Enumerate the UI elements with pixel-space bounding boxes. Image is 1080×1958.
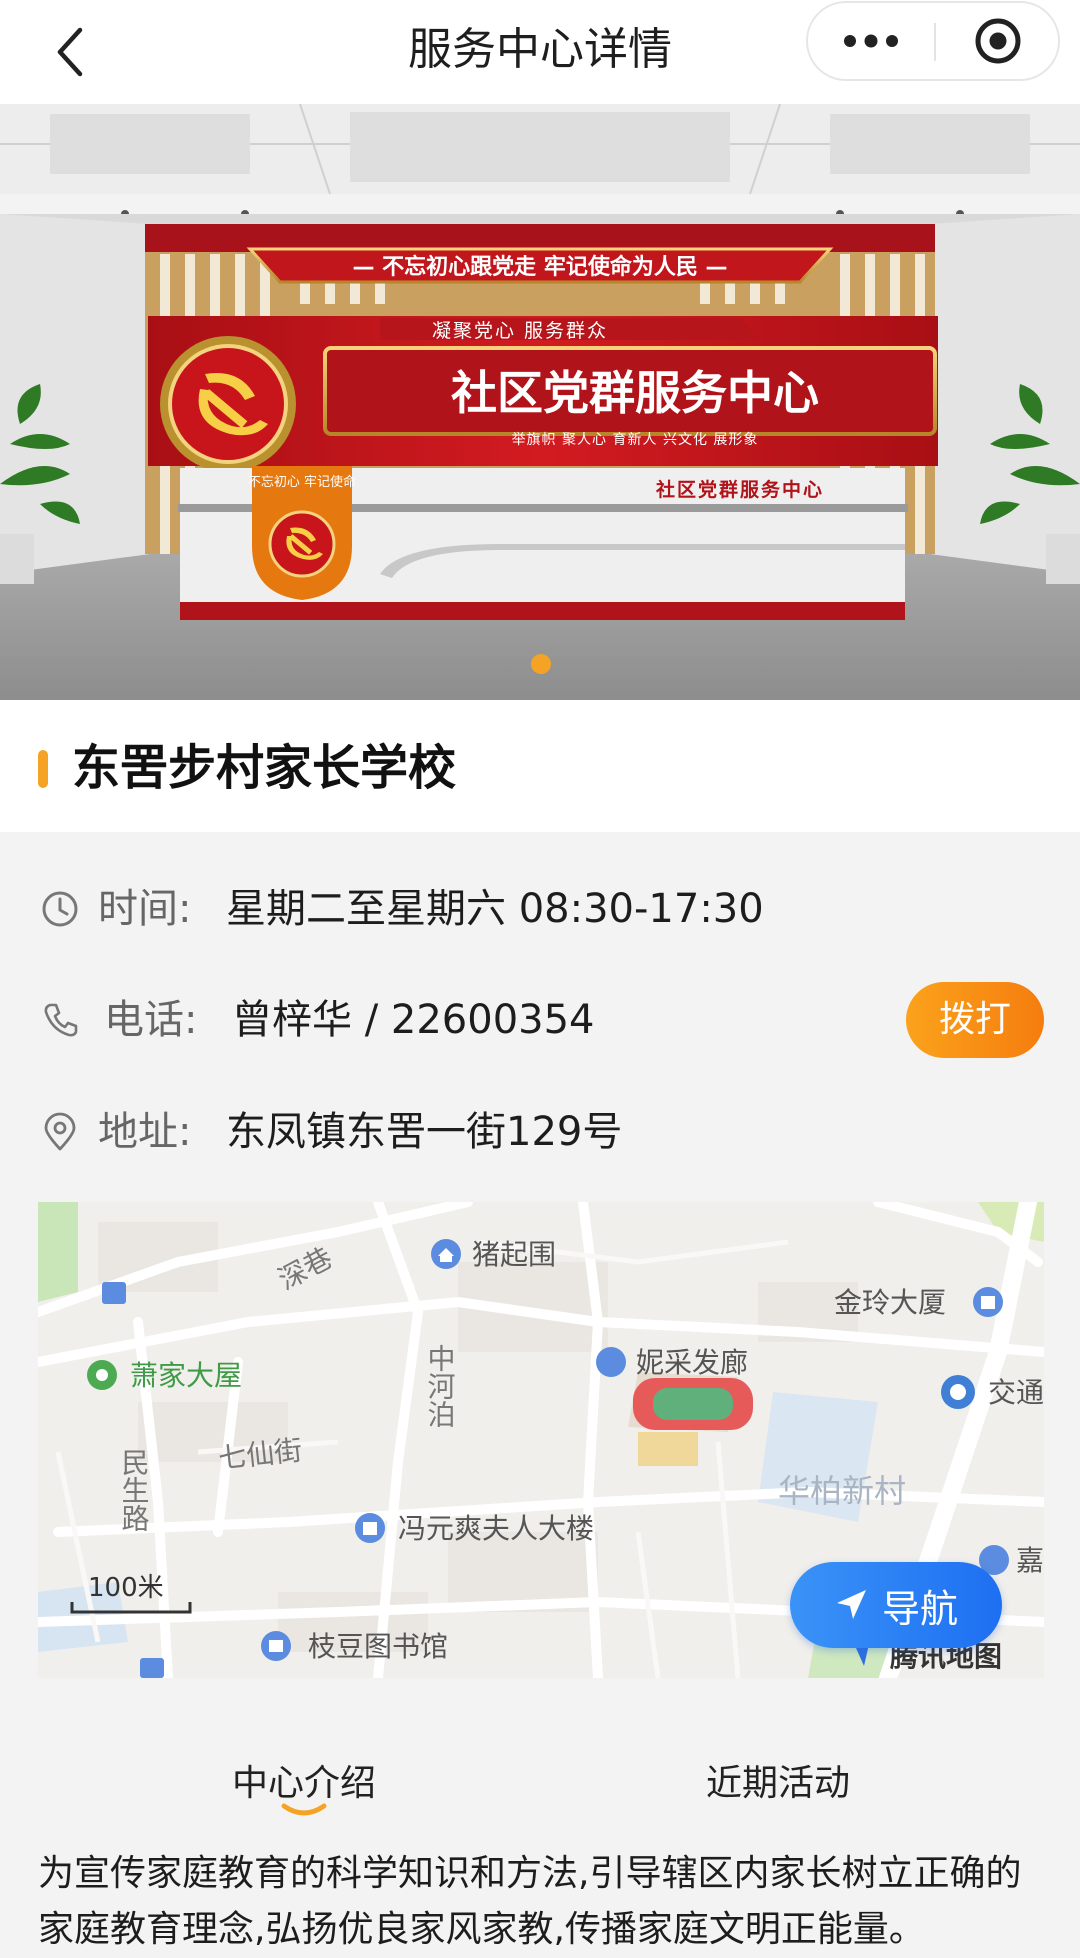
address-row: 地址: 东凤镇东罟一街129号 bbox=[0, 1092, 1080, 1172]
map-label-zhonghebo: 中河泊 bbox=[424, 1344, 457, 1428]
map-scale-label: 100米 bbox=[88, 1573, 164, 1603]
map-label-zhuqiwei: 猪起围 bbox=[472, 1238, 556, 1271]
mini-program-capsule bbox=[806, 1, 1060, 81]
navigation-button[interactable]: 导航 bbox=[790, 1562, 1002, 1648]
time-row: 时间: 星期二至星期六 08:30-17:30 bbox=[0, 869, 1080, 949]
banner-main-sign: 社区党群服务中心 bbox=[451, 366, 819, 420]
map-label-jinling: 金玲大厦 bbox=[834, 1286, 946, 1319]
call-button[interactable]: 拨打 bbox=[906, 982, 1044, 1058]
banner-subtitle: 凝聚党心 服务群众 bbox=[432, 320, 608, 342]
center-description: 为宣传家庭教育的科学知识和方法,引导辖区内家长树立正确的家庭教育理念,弘扬优良家… bbox=[38, 1853, 1022, 1950]
carousel-indicator-dot[interactable] bbox=[531, 654, 551, 674]
chevron-left-icon bbox=[57, 27, 83, 77]
map-label-fengyuan: 冯元爽夫人大楼 bbox=[398, 1512, 594, 1545]
time-value: 星期二至星期六 08:30-17:30 bbox=[226, 886, 764, 932]
banner-carousel[interactable]: — 不忘初心跟党走 牢记使命为人民 — 凝聚党心 服务群众 社区党群服务中心 举… bbox=[0, 104, 1080, 700]
target-close-icon bbox=[975, 18, 1021, 64]
phone-icon bbox=[44, 1003, 78, 1037]
phone-label: 电话: bbox=[104, 997, 198, 1043]
map-label-xiaojia: 萧家大屋 bbox=[130, 1359, 242, 1392]
center-title-section: 东罟步村家长学校 bbox=[0, 700, 1080, 832]
title-accent-bar bbox=[38, 750, 48, 788]
address-label: 地址: bbox=[98, 1109, 192, 1155]
center-name: 东罟步村家长学校 bbox=[72, 740, 457, 796]
banner-image: — 不忘初心跟党走 牢记使命为人民 — 凝聚党心 服务群众 社区党群服务中心 举… bbox=[0, 104, 1080, 700]
tab-activities[interactable]: 近期活动 bbox=[702, 1752, 854, 1816]
navigation-button-label: 导航 bbox=[881, 1586, 958, 1631]
banner-slogan-top: — 不忘初心跟党走 牢记使命为人民 — bbox=[353, 254, 728, 280]
tab-active-indicator bbox=[281, 1803, 327, 1816]
map-label-nicai: 妮采发廊 bbox=[636, 1346, 748, 1379]
map-label-jia: 嘉 bbox=[1016, 1544, 1044, 1577]
close-mini-program-button[interactable] bbox=[936, 3, 1060, 79]
more-dots-icon bbox=[844, 34, 898, 48]
banner-sub-slogan: 举旗帜 聚人心 育新人 兴文化 展形象 bbox=[512, 432, 759, 448]
navigation-bar: 服务中心详情 bbox=[0, 0, 1080, 104]
address-value: 东凤镇东罟一街129号 bbox=[226, 1109, 623, 1155]
map-label-huabai: 华柏新村 bbox=[778, 1472, 906, 1510]
banner-desk-badge: 不忘初心 牢记使命 bbox=[248, 474, 356, 490]
more-menu-button[interactable] bbox=[808, 3, 934, 79]
map-label-minsheng: 民生路 bbox=[118, 1448, 151, 1532]
location-pin-icon bbox=[44, 1112, 76, 1151]
navigation-arrow-icon bbox=[836, 1590, 866, 1619]
time-label: 时间: bbox=[98, 886, 192, 932]
back-button[interactable] bbox=[28, 10, 112, 94]
banner-desk-sign: 社区党群服务中心 bbox=[655, 478, 824, 501]
map-label-zhidou: 枝豆图书馆 bbox=[308, 1630, 448, 1663]
phone-value: 曾梓华 / 22600354 bbox=[232, 997, 595, 1043]
clock-icon bbox=[42, 891, 78, 927]
map-label-jiaotong: 交通 bbox=[988, 1376, 1044, 1409]
